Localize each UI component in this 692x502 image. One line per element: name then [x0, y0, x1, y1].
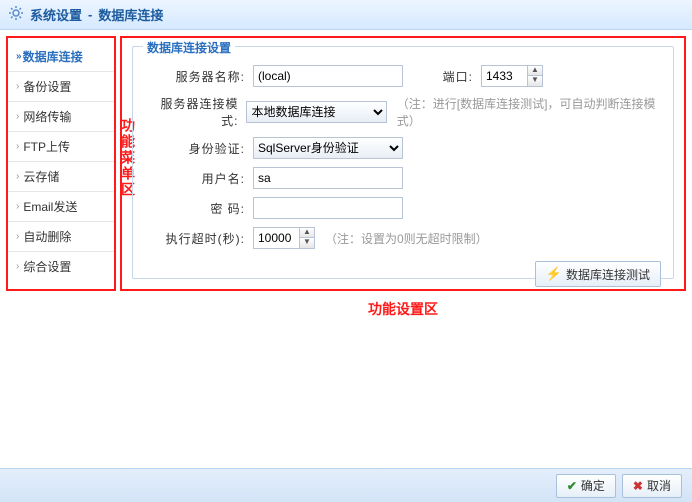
user-input[interactable] [253, 167, 403, 189]
sidebar-item-label: Email发送 [23, 198, 77, 215]
chevron-right-icon: » [16, 51, 19, 62]
sidebar-item-email[interactable]: › Email发送 [8, 192, 114, 222]
pwd-label: 密 码: [145, 200, 245, 217]
mode-select[interactable]: 本地数据库连接 [246, 101, 386, 123]
chevron-right-icon: › [16, 141, 19, 152]
test-connection-button[interactable]: ⚡ 数据库连接测试 [535, 261, 661, 287]
sidebar-item-backup[interactable]: › 备份设置 [8, 72, 114, 102]
mode-hint: （注：进行[数据库连接测试]，可自动判断连接模式） [397, 95, 661, 129]
chevron-right-icon: › [16, 231, 19, 242]
title-sub: 数据库连接 [98, 5, 163, 24]
settings-panel: 数据库连接设置 服务器名称: 端口: ▲▼ 服务器连接模式: 本地数据库连接 [120, 36, 686, 291]
titlebar: 系统设置 - 数据库连接 [0, 0, 692, 30]
sidebar-item-label: 自动删除 [23, 228, 71, 245]
sidebar-item-autodel[interactable]: › 自动删除 [8, 222, 114, 252]
spin-down-icon[interactable]: ▼ [300, 238, 314, 248]
fieldset-legend: 数据库连接设置 [143, 39, 235, 56]
auth-label: 身份验证: [145, 140, 245, 157]
port-input[interactable] [481, 65, 527, 87]
spin-down-icon[interactable]: ▼ [528, 76, 542, 86]
sidebar-item-cloud[interactable]: › 云存储 [8, 162, 114, 192]
gear-icon [8, 5, 24, 24]
annotation-main: 功能设置区 [120, 299, 686, 319]
cancel-button[interactable]: ✖ 取消 [622, 474, 682, 498]
timeout-label: 执行超时(秒): [145, 230, 245, 247]
ok-label: 确定 [581, 477, 605, 494]
timeout-stepper[interactable]: ▲▼ [253, 227, 315, 249]
port-label: 端口: [423, 68, 473, 85]
title-sep: - [88, 7, 92, 22]
auth-select[interactable]: SqlServer身份验证 [253, 137, 403, 159]
sidebar-item-db[interactable]: » 数据库连接 [8, 42, 114, 72]
sidebar-item-label: 云存储 [23, 168, 59, 185]
user-label: 用户名: [145, 170, 245, 187]
title-main: 系统设置 [30, 5, 82, 24]
sidebar-item-label: 数据库连接 [23, 48, 83, 65]
chevron-right-icon: › [16, 201, 19, 212]
cross-icon: ✖ [633, 479, 643, 493]
sidebar-item-label: FTP上传 [23, 138, 70, 155]
mode-label: 服务器连接模式: [145, 95, 238, 129]
sidebar: »数据库连接 ›备份设置 ›网络传输 ›FTP上传 ›云存储 ›Email发送 … [6, 36, 116, 291]
chevron-right-icon: › [16, 81, 19, 92]
chevron-right-icon: › [16, 111, 19, 122]
sidebar-item-label: 网络传输 [23, 108, 71, 125]
ok-button[interactable]: ✔ 确定 [556, 474, 616, 498]
lightning-icon: ⚡ [546, 266, 562, 282]
sidebar-item-ftp[interactable]: › FTP上传 [8, 132, 114, 162]
pwd-input[interactable] [253, 197, 403, 219]
timeout-hint: （注：设置为0则无超时限制） [325, 230, 488, 247]
server-label: 服务器名称: [145, 68, 245, 85]
chevron-right-icon: › [16, 171, 19, 182]
test-button-label: 数据库连接测试 [566, 266, 650, 283]
sidebar-item-network[interactable]: › 网络传输 [8, 102, 114, 132]
check-icon: ✔ [567, 479, 577, 493]
cancel-label: 取消 [647, 477, 671, 494]
sidebar-item-label: 备份设置 [23, 78, 71, 95]
timeout-input[interactable] [253, 227, 299, 249]
sidebar-item-label: 综合设置 [23, 258, 71, 275]
server-input[interactable] [253, 65, 403, 87]
port-stepper[interactable]: ▲▼ [481, 65, 543, 87]
sidebar-item-general[interactable]: › 综合设置 [8, 252, 114, 281]
chevron-right-icon: › [16, 261, 19, 272]
footer: ✔ 确定 ✖ 取消 [0, 468, 692, 502]
